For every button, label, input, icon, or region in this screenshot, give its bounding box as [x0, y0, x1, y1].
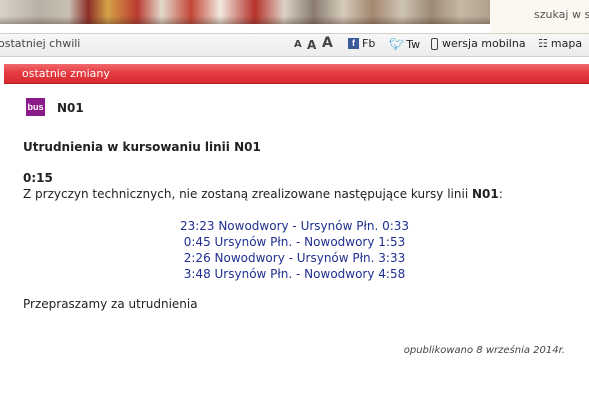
font-size-small-button[interactable]: A — [294, 39, 302, 50]
header-banner: szukaj w s — [0, 0, 589, 34]
twitter-label: Tw — [406, 37, 421, 51]
article-notice: Z przyczyn technicznych, nie zostaną zre… — [23, 187, 503, 201]
article-time: 0:15 — [23, 171, 53, 185]
line-number: N01 — [57, 101, 84, 115]
notice-line: N01 — [471, 187, 499, 201]
section-title: ostatnie zmiany — [22, 67, 110, 80]
phone-icon — [431, 37, 438, 50]
map-link[interactable]: ☷ mapa — [538, 37, 582, 50]
toolbar: ostatniej chwili A A A f Fb 🐦︎ Tw wersja… — [0, 34, 589, 57]
toolbar-left-link[interactable]: ostatniej chwili — [0, 37, 80, 50]
map-icon: ☷ — [538, 37, 548, 50]
font-size-large-button[interactable]: A — [322, 35, 333, 51]
font-size-medium-button[interactable]: A — [307, 38, 316, 52]
course-item: 23:23 Nowodwory - Ursynów Płn. 0:33 — [179, 219, 410, 233]
course-list: 23:23 Nowodwory - Ursynów Płn. 0:33 0:45… — [0, 218, 589, 282]
search-label[interactable]: szukaj w s — [534, 8, 589, 21]
mobile-version-link[interactable]: wersja mobilna — [431, 37, 526, 50]
course-item: 3:48 Ursynów Płn. - Nowodwory 4:58 — [183, 267, 406, 281]
twitter-link[interactable]: 🐦︎ Tw — [389, 37, 420, 51]
course-item: 0:45 Ursynów Płn. - Nowodwory 1:53 — [183, 235, 406, 249]
facebook-icon: f — [348, 38, 359, 49]
facebook-link[interactable]: f Fb — [348, 37, 375, 50]
twitter-icon: 🐦︎ — [389, 37, 405, 51]
header-photo — [0, 0, 490, 24]
apology-text: Przepraszamy za utrudnienia — [23, 297, 198, 311]
article-headline: Utrudnienia w kursowaniu linii N01 — [23, 140, 261, 154]
section-header: ostatnie zmiany — [4, 64, 589, 84]
course-item: 2:26 Nowodwory - Ursynów Płn. 3:33 — [183, 251, 406, 265]
mobile-version-label: wersja mobilna — [442, 37, 526, 50]
notice-end: : — [498, 187, 503, 201]
notice-text: Z przyczyn technicznych, nie zostaną zre… — [23, 187, 472, 201]
bus-icon: bus — [26, 98, 45, 116]
map-label: mapa — [550, 37, 583, 50]
published-date: opublikowano 8 września 2014r. — [403, 345, 565, 356]
facebook-label: Fb — [362, 37, 376, 50]
